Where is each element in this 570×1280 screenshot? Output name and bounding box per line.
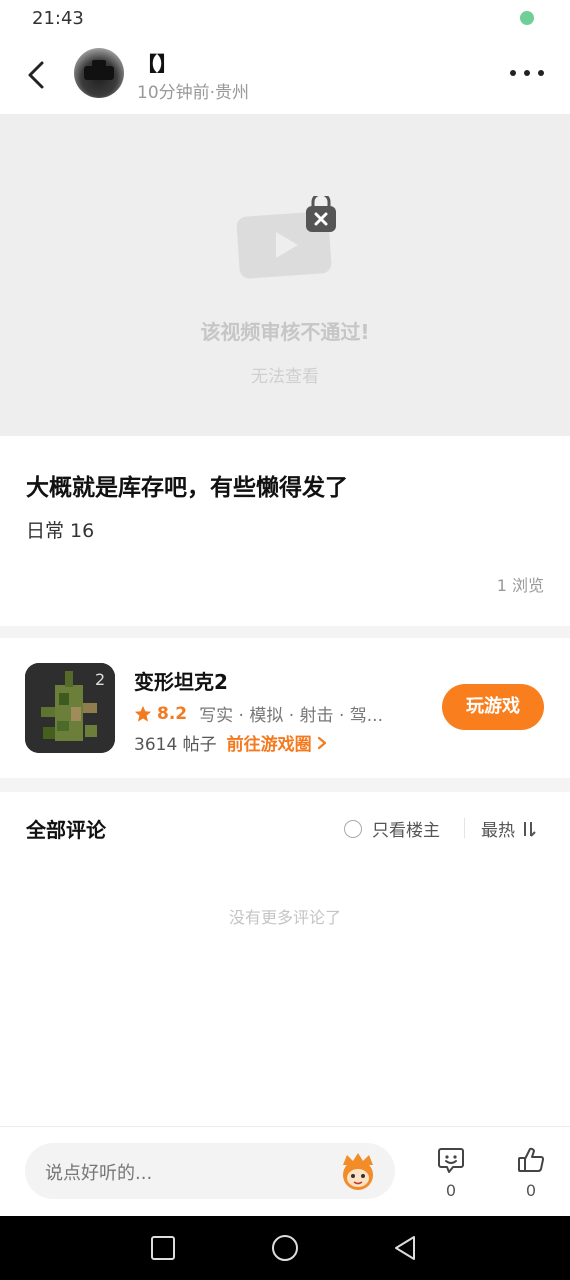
- post-meta: 10分钟前·贵州: [137, 83, 250, 103]
- radio-icon[interactable]: [344, 819, 362, 838]
- svg-text:2: 2: [95, 670, 105, 689]
- game-score: 8.2: [157, 703, 188, 724]
- more-dots-icon: [510, 70, 516, 76]
- sort-button[interactable]: 最热: [481, 816, 537, 841]
- home-icon[interactable]: [271, 1234, 299, 1262]
- game-post-count: 3614 帖子: [134, 735, 217, 755]
- only-op-label: 只看楼主: [372, 821, 440, 841]
- sort-icon: [524, 821, 536, 837]
- comment-action[interactable]: 0: [434, 1145, 468, 1200]
- star-icon: [134, 705, 152, 722]
- back-arrow-icon: [28, 61, 44, 89]
- system-nav-bar: [0, 1216, 570, 1280]
- comments-section: 全部评论 只看楼主 最热 没有更多评论了: [0, 792, 570, 1126]
- post-content: 大概就是库存吧，有些懒得发了 日常 16 1 浏览: [0, 436, 570, 626]
- post-header: 【】 10分钟前·贵州: [0, 38, 570, 114]
- comment-icon: [438, 1148, 464, 1173]
- status-bar: 21:43: [0, 0, 570, 38]
- recent-apps-icon[interactable]: [149, 1234, 177, 1262]
- thumbs-up-icon: [518, 1147, 545, 1172]
- video-player: 该视频审核不通过! 无法查看: [0, 114, 570, 436]
- avatar[interactable]: [74, 48, 124, 98]
- post-title: 大概就是库存吧，有些懒得发了: [26, 475, 348, 501]
- video-fail-subtitle: 无法查看: [251, 367, 319, 387]
- comments-title: 全部评论: [26, 818, 106, 842]
- divider: [464, 818, 465, 838]
- comment-input-placeholder: 说点好听的...: [45, 1163, 153, 1184]
- play-game-button[interactable]: 玩游戏: [442, 684, 544, 730]
- game-circle-link[interactable]: 前往游戏圈: [227, 730, 312, 755]
- comment-count: 0: [445, 1181, 457, 1200]
- view-count: 1 浏览: [496, 576, 544, 595]
- game-rating-row: 8.2 写实 · 模拟 · 射击 · 驾...: [134, 701, 383, 726]
- like-action[interactable]: 0: [514, 1145, 548, 1200]
- game-tags: 写实 · 模拟 · 射击 · 驾...: [199, 706, 383, 726]
- post-tag[interactable]: 日常 16: [26, 516, 94, 543]
- back-button[interactable]: [22, 58, 52, 92]
- game-card[interactable]: 2 变形坦克2 8.2 写实 · 模拟 · 射击 · 驾... 3614 帖子 …: [0, 638, 570, 778]
- more-button[interactable]: [510, 68, 544, 78]
- mascot-icon[interactable]: [337, 1151, 379, 1191]
- status-time: 21:43: [32, 8, 84, 29]
- chevron-right-icon[interactable]: [316, 736, 328, 750]
- battery-icon: [520, 11, 534, 25]
- like-count: 0: [525, 1181, 537, 1200]
- only-op-toggle[interactable]: 只看楼主: [344, 816, 440, 841]
- comment-input[interactable]: 说点好听的...: [25, 1143, 395, 1199]
- locked-video-icon: [236, 192, 340, 288]
- sort-label: 最热: [481, 821, 515, 841]
- username[interactable]: 【】: [137, 48, 177, 77]
- game-stats-row: 3614 帖子 前往游戏圈: [134, 730, 328, 755]
- video-fail-title: 该视频审核不通过!: [200, 320, 370, 344]
- game-thumbnail[interactable]: 2: [25, 663, 115, 753]
- empty-comments-text: 没有更多评论了: [228, 908, 341, 927]
- bottom-action-bar: 说点好听的... 0 0: [0, 1126, 570, 1216]
- game-name[interactable]: 变形坦克2: [134, 666, 228, 695]
- nav-back-icon[interactable]: [392, 1234, 420, 1262]
